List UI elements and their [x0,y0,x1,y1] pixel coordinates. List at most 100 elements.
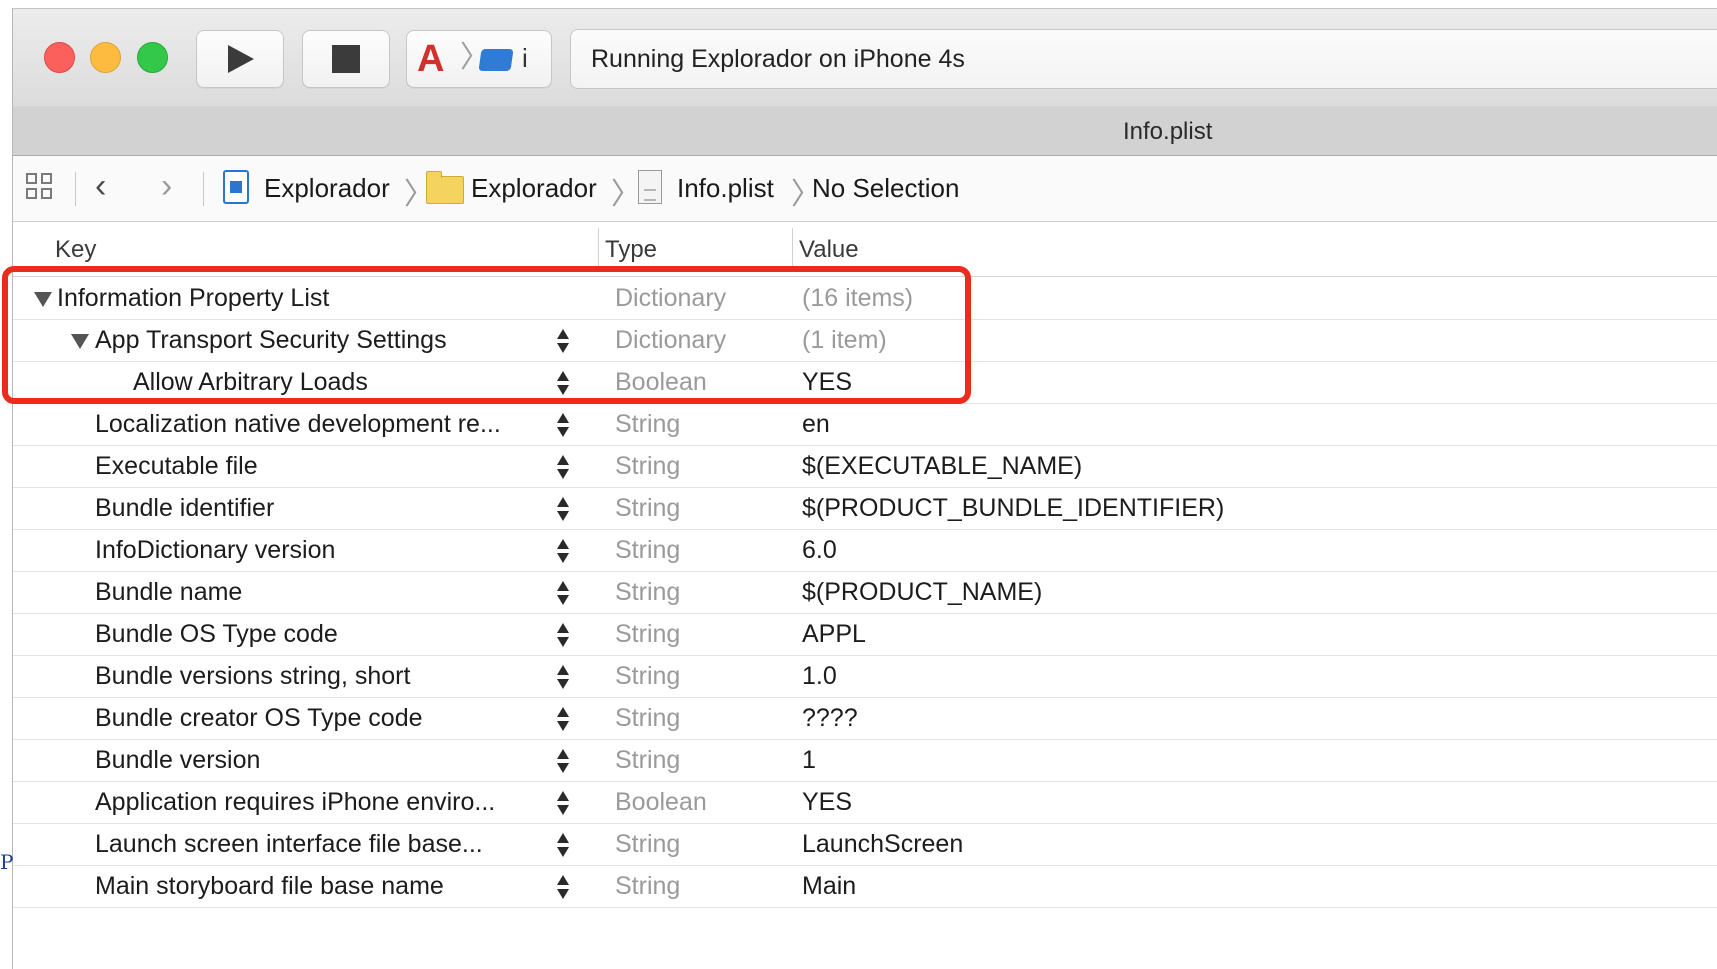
column-divider[interactable] [792,228,793,270]
row-type[interactable]: String [615,494,680,523]
row-type[interactable]: String [615,536,680,565]
scheme-selector[interactable]: A 〉 i [406,30,552,88]
table-row[interactable]: Bundle identifier String $(PRODUCT_BUNDL… [13,487,1717,530]
breadcrumb-project[interactable]: Explorador [264,173,390,204]
row-key[interactable]: Bundle versions string, short [95,662,410,691]
row-key[interactable]: App Transport Security Settings [95,326,447,355]
column-header-key[interactable]: Key [55,236,96,264]
table-row[interactable]: Main storyboard file base name String Ma… [13,865,1717,908]
row-value[interactable]: ???? [802,704,858,733]
table-row[interactable]: Bundle name String $(PRODUCT_NAME) [13,571,1717,614]
stop-button[interactable] [302,30,390,88]
table-row[interactable]: Application requires iPhone enviro... Bo… [13,781,1717,824]
row-type[interactable]: String [615,704,680,733]
type-stepper-icon[interactable] [553,323,575,357]
table-row[interactable]: Bundle OS Type code String APPL [13,613,1717,656]
breadcrumb-selection[interactable]: No Selection [812,173,959,204]
row-value[interactable]: YES [802,368,852,397]
row-type[interactable]: String [615,578,680,607]
row-type[interactable]: String [615,452,680,481]
row-type[interactable]: String [615,410,680,439]
table-row[interactable]: Bundle versions string, short String 1.0 [13,655,1717,698]
type-stepper-icon[interactable] [553,659,575,693]
type-stepper-icon[interactable] [553,785,575,819]
type-stepper-icon[interactable] [553,407,575,441]
row-type[interactable]: String [615,620,680,649]
row-key[interactable]: Bundle version [95,746,260,775]
row-value[interactable]: 1.0 [802,662,837,691]
app-target-icon: A [417,38,445,80]
table-row[interactable]: Localization native development re... St… [13,403,1717,446]
row-value[interactable]: Main [802,872,856,901]
row-key[interactable]: Allow Arbitrary Loads [133,368,368,397]
row-value[interactable]: $(PRODUCT_BUNDLE_IDENTIFIER) [802,494,1224,523]
table-row[interactable]: Executable file String $(EXECUTABLE_NAME… [13,445,1717,488]
run-button[interactable] [196,30,284,88]
table-row[interactable]: Bundle creator OS Type code String ???? [13,697,1717,740]
row-type[interactable]: Boolean [615,788,707,817]
type-stepper-icon[interactable] [553,575,575,609]
row-value[interactable]: APPL [802,620,866,649]
activity-viewer: Running Explorador on iPhone 4s [570,29,1717,89]
row-type[interactable]: String [615,872,680,901]
type-stepper-icon[interactable] [553,617,575,651]
breadcrumb-file[interactable]: Info.plist [677,173,774,204]
disclosure-triangle-icon[interactable] [71,334,89,349]
row-key[interactable]: Information Property List [57,284,329,313]
type-stepper-icon[interactable] [553,491,575,525]
jumpbar-divider [75,172,76,206]
table-row[interactable]: Allow Arbitrary Loads Boolean YES [13,361,1717,404]
row-key[interactable]: Executable file [95,452,258,481]
disclosure-triangle-icon[interactable] [34,292,52,307]
row-type[interactable]: String [615,830,680,859]
row-value: (1 item) [802,326,887,354]
row-key[interactable]: Localization native development re... [95,410,501,439]
row-value[interactable]: 6.0 [802,536,837,565]
type-stepper-icon[interactable] [553,533,575,567]
chevron-right-icon[interactable]: › [161,169,172,203]
row-key[interactable]: Application requires iPhone enviro... [95,788,495,817]
row-value[interactable]: en [802,410,830,439]
tab-info-plist[interactable]: Info.plist [1123,118,1212,146]
breadcrumb-group[interactable]: Explorador [471,173,597,204]
row-value[interactable]: LaunchScreen [802,830,963,859]
type-stepper-icon[interactable] [553,743,575,777]
column-header-type[interactable]: Type [605,236,657,264]
table-row[interactable]: App Transport Security Settings Dictiona… [13,319,1717,362]
row-type[interactable]: Boolean [615,368,707,397]
column-divider[interactable] [598,228,599,270]
chevron-left-icon[interactable]: ‹ [95,169,106,203]
row-type[interactable]: String [615,662,680,691]
type-stepper-icon[interactable] [553,365,575,399]
row-key[interactable]: Bundle identifier [95,494,274,523]
related-items-grid-icon[interactable] [26,173,56,203]
table-row[interactable]: Information Property List Dictionary (16… [13,277,1717,320]
row-value[interactable]: $(EXECUTABLE_NAME) [802,452,1082,481]
row-value[interactable]: $(PRODUCT_NAME) [802,578,1042,607]
row-key[interactable]: Bundle name [95,578,242,607]
type-stepper-icon[interactable] [553,827,575,861]
play-icon [228,45,254,73]
table-row[interactable]: Bundle version String 1 [13,739,1717,782]
type-stepper-icon[interactable] [553,869,575,903]
row-key[interactable]: InfoDictionary version [95,536,335,565]
row-key[interactable]: Launch screen interface file base... [95,830,483,859]
row-type[interactable]: String [615,746,680,775]
row-key[interactable]: Bundle OS Type code [95,620,338,649]
xcode-window: A 〉 i Running Explorador on iPhone 4s In… [12,8,1717,969]
row-type[interactable]: Dictionary [615,284,726,313]
row-value[interactable]: YES [802,788,852,817]
close-window-button[interactable] [44,42,75,73]
row-value[interactable]: 1 [802,746,816,775]
table-row[interactable]: Launch screen interface file base... Str… [13,823,1717,866]
zoom-window-button[interactable] [137,42,168,73]
row-key[interactable]: Bundle creator OS Type code [95,704,423,733]
column-header-value[interactable]: Value [799,236,859,264]
table-row[interactable]: InfoDictionary version String 6.0 [13,529,1717,572]
row-type[interactable]: Dictionary [615,326,726,355]
row-key[interactable]: Main storyboard file base name [95,872,444,901]
minimize-window-button[interactable] [90,42,121,73]
type-stepper-icon[interactable] [553,701,575,735]
type-stepper-icon[interactable] [553,449,575,483]
xcode-project-icon [223,170,249,204]
